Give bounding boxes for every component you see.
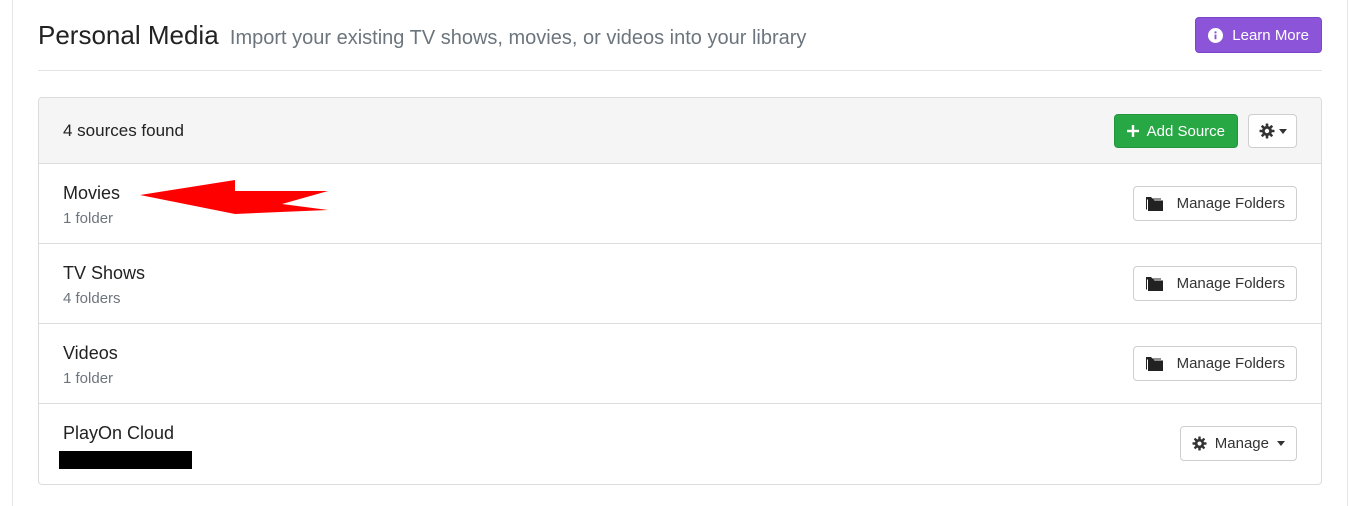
manage-label: Manage bbox=[1214, 435, 1269, 452]
folders-icon bbox=[1145, 356, 1165, 372]
gear-icon bbox=[1259, 123, 1275, 139]
sources-card: 4 sources found Add Source Movies 1 fold… bbox=[38, 97, 1322, 485]
plus-icon bbox=[1126, 125, 1139, 137]
folders-icon bbox=[1145, 196, 1165, 212]
source-name: TV Shows bbox=[63, 263, 146, 283]
folders-icon bbox=[1145, 276, 1165, 292]
source-folder-count: 1 folder bbox=[63, 210, 114, 227]
page-header: Personal Media Import your existing TV s… bbox=[38, 14, 1322, 71]
page-subtitle: Import your existing TV shows, movies, o… bbox=[229, 27, 807, 49]
sources-card-header: 4 sources found Add Source bbox=[39, 98, 1321, 164]
page-title: Personal Media Import your existing TV s… bbox=[38, 20, 806, 51]
settings-dropdown-button[interactable] bbox=[1248, 114, 1297, 148]
redaction-bar bbox=[59, 451, 192, 469]
learn-more-label: Learn More bbox=[1232, 26, 1309, 44]
source-name: Movies bbox=[63, 183, 121, 203]
source-row-videos: Videos 1 folder Manage Folders bbox=[39, 324, 1321, 404]
manage-folders-label: Manage Folders bbox=[1176, 195, 1285, 212]
chevron-down-icon bbox=[1277, 441, 1285, 446]
manage-folders-button[interactable]: Manage Folders bbox=[1132, 346, 1297, 381]
source-name: PlayOn Cloud bbox=[63, 423, 175, 443]
learn-more-button[interactable]: Learn More bbox=[1195, 17, 1322, 53]
add-source-button[interactable]: Add Source bbox=[1113, 114, 1238, 148]
source-folder-count: 1 folder bbox=[63, 370, 114, 387]
sources-count: 4 sources found bbox=[63, 120, 184, 140]
add-source-label: Add Source bbox=[1146, 122, 1225, 140]
page-title-text: Personal Media bbox=[38, 20, 219, 50]
arrow-annotation bbox=[140, 180, 328, 214]
manage-dropdown-button[interactable]: Manage bbox=[1179, 426, 1297, 461]
manage-folders-label: Manage Folders bbox=[1176, 275, 1285, 292]
header-actions: Add Source bbox=[1113, 114, 1297, 148]
source-row-playon-cloud: PlayOn Cloud Manage bbox=[39, 404, 1321, 484]
manage-folders-label: Manage Folders bbox=[1176, 355, 1285, 372]
manage-folders-button[interactable]: Manage Folders bbox=[1132, 266, 1297, 301]
chevron-down-icon bbox=[1278, 128, 1287, 134]
gear-icon bbox=[1192, 436, 1207, 451]
source-row-tv-shows: TV Shows 4 folders Manage Folders bbox=[39, 244, 1321, 324]
info-icon bbox=[1208, 27, 1224, 43]
source-name: Videos bbox=[63, 343, 118, 363]
source-folder-count: 4 folders bbox=[63, 290, 121, 307]
manage-folders-button[interactable]: Manage Folders bbox=[1132, 186, 1297, 221]
